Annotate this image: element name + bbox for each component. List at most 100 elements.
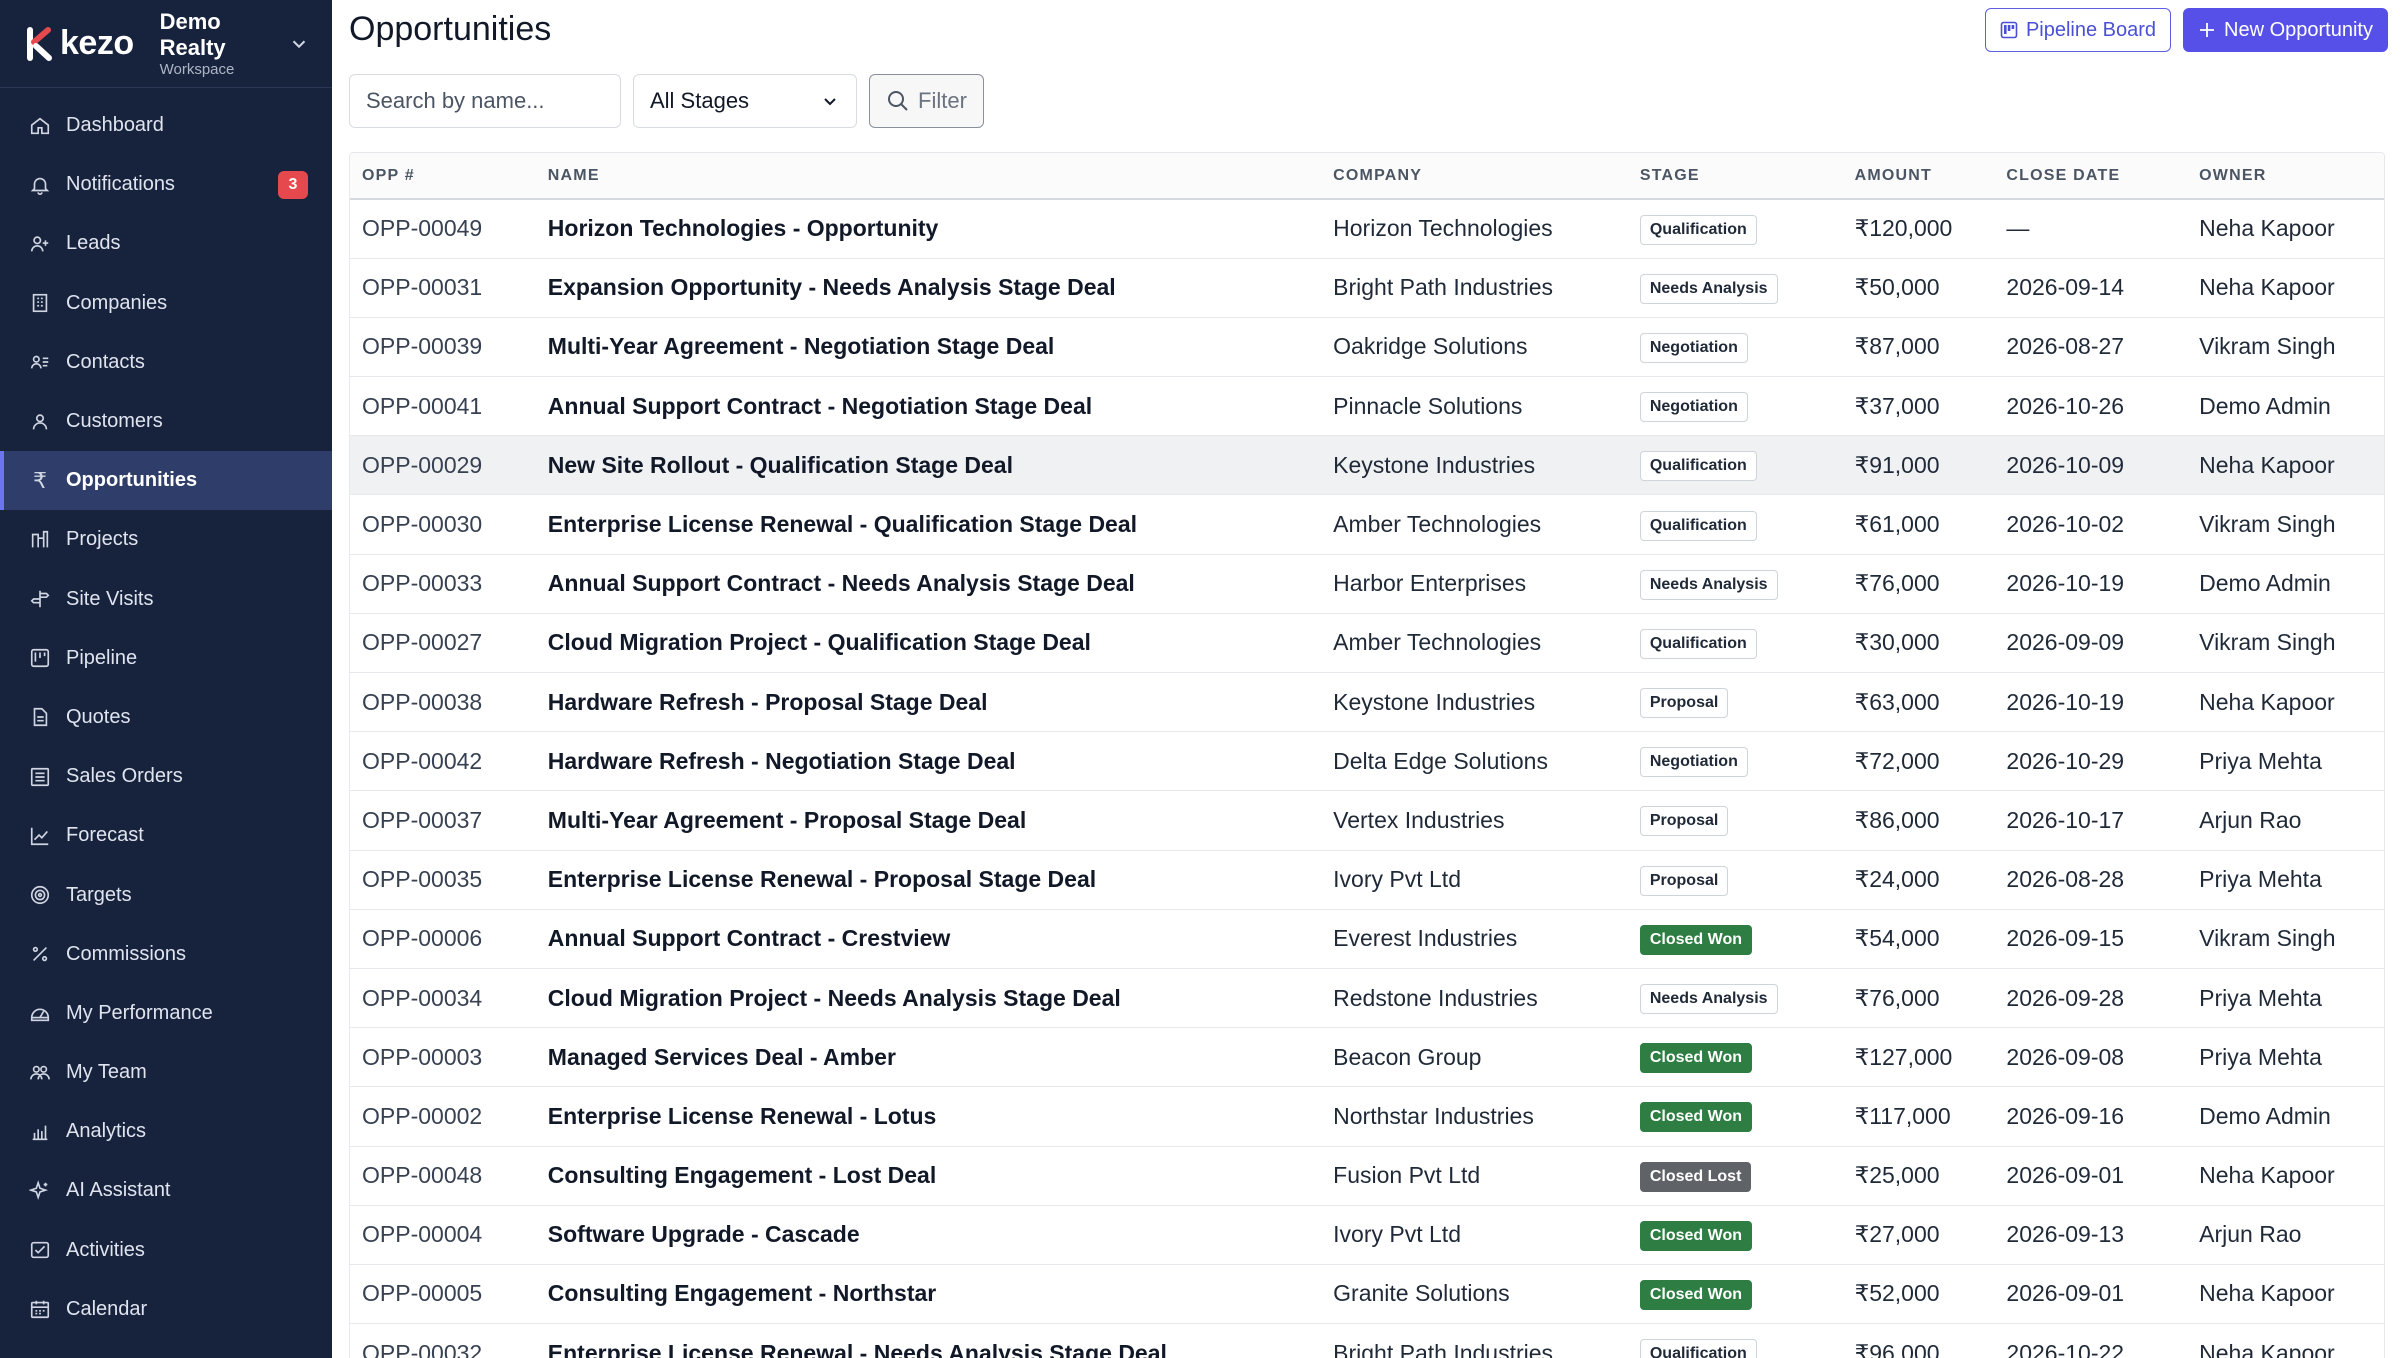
cell-owner: Demo Admin <box>2187 1086 2384 1147</box>
cell-owner: Priya Mehta <box>2187 850 2384 910</box>
sidebar-item-contacts[interactable]: Contacts <box>0 333 332 392</box>
bell-icon <box>28 173 52 197</box>
table-row[interactable]: OPP-00032 Enterprise License Renewal - Ne… <box>350 1323 2384 1358</box>
kanban-icon <box>28 646 52 670</box>
table-row[interactable]: OPP-00049 Horizon Technologies - Opportun… <box>350 199 2384 259</box>
sidebar-item-ai-assistant[interactable]: AI Assistant <box>0 1161 332 1220</box>
sidebar-item-label: Sales Orders <box>66 765 183 788</box>
cell-close: 2026-10-09 <box>1994 435 2188 496</box>
table-row[interactable]: OPP-00029 New Site Rollout - Qualificatio… <box>350 435 2384 496</box>
new-opportunity-label: New Opportunity <box>2224 18 2373 41</box>
calendar-icon <box>28 1297 52 1321</box>
table-row[interactable]: OPP-00037 Multi-Year Agreement - Proposal… <box>350 790 2384 851</box>
stage-select[interactable]: All Stages <box>633 74 857 128</box>
cell-name: Annual Support Contract - Crestview <box>535 909 1322 969</box>
table-row[interactable]: OPP-00030 Enterprise License Renewal - Qu… <box>350 494 2384 555</box>
table-row[interactable]: OPP-00004 Software Upgrade - Cascade Ivory… <box>350 1205 2384 1265</box>
table-row[interactable]: OPP-00039 Multi-Year Agreement - Negotiat… <box>350 317 2384 378</box>
sidebar-item-calendar[interactable]: Calendar <box>0 1280 332 1339</box>
sidebar-item-pipeline[interactable]: Pipeline <box>0 629 332 688</box>
cell-company: Ivory Pvt Ltd <box>1321 850 1628 910</box>
table-row[interactable]: OPP-00034 Cloud Migration Project - Needs… <box>350 968 2384 1029</box>
table-row[interactable]: OPP-00002 Enterprise License Renewal - Lo… <box>350 1086 2384 1147</box>
brand-header[interactable]: kezo Demo Realty Workspace <box>0 0 332 88</box>
sidebar-item-label: Opportunities <box>66 469 198 492</box>
table-row[interactable]: OPP-00033 Annual Support Contract - Needs… <box>350 554 2384 614</box>
stage-cell: Needs Analysis <box>1627 554 1843 614</box>
sidebar-item-analytics[interactable]: Analytics <box>0 1102 332 1161</box>
user-plus-icon <box>28 232 52 256</box>
cell-name: Cloud Migration Project - Qualification … <box>535 613 1322 674</box>
sidebar-item-approvals[interactable]: Approvals <box>0 1339 332 1358</box>
stage-cell: Qualification <box>1627 435 1843 496</box>
cell-owner: Vikram Singh <box>2187 909 2384 969</box>
cell-close: 2026-10-22 <box>1994 1323 2188 1358</box>
filter-button[interactable]: Filter <box>869 74 984 128</box>
sidebar-item-label: Commissions <box>66 942 187 965</box>
sidebar-item-activities[interactable]: Activities <box>0 1221 332 1280</box>
table-row[interactable]: OPP-00006 Annual Support Contract - Crest… <box>350 909 2384 969</box>
table-row[interactable]: OPP-00041 Annual Support Contract - Negot… <box>350 376 2384 437</box>
column-header: OPP # <box>350 153 536 200</box>
customer-icon <box>28 410 52 434</box>
sidebar-item-customers[interactable]: Customers <box>0 392 332 451</box>
sidebar-item-projects[interactable]: Projects <box>0 510 332 569</box>
cell-company: Everest Industries <box>1321 909 1628 969</box>
sidebar-item-notifications[interactable]: Notifications 3 <box>0 155 332 214</box>
pipeline-board-button[interactable]: Pipeline Board <box>1984 8 2172 52</box>
sidebar-item-opportunities[interactable]: ₹ Opportunities <box>0 451 332 511</box>
cell-amount: ₹37,000 <box>1842 376 1995 437</box>
cell-owner: Vikram Singh <box>2187 613 2384 674</box>
bar-chart-icon <box>28 1120 52 1144</box>
sidebar-item-my-team[interactable]: My Team <box>0 1043 332 1102</box>
stage-badge: Qualification <box>1639 214 1757 245</box>
table-row[interactable]: OPP-00035 Enterprise License Renewal - Pr… <box>350 850 2384 910</box>
stage-badge: Needs Analysis <box>1639 273 1778 304</box>
sidebar-item-quotes[interactable]: Quotes <box>0 688 332 747</box>
cell-owner: Priya Mehta <box>2187 1027 2384 1088</box>
table-row[interactable]: OPP-00038 Hardware Refresh - Proposal Sta… <box>350 672 2384 733</box>
sidebar-item-targets[interactable]: Targets <box>0 865 332 924</box>
table-row[interactable]: OPP-00042 Hardware Refresh - Negotiation … <box>350 731 2384 792</box>
cell-opp: OPP-00038 <box>350 672 536 733</box>
stage-badge: Closed Won <box>1639 1102 1752 1133</box>
workspace-switcher[interactable]: Demo Realty Workspace <box>160 9 288 79</box>
cell-amount: ₹25,000 <box>1842 1146 1995 1206</box>
sidebar-item-sales-orders[interactable]: Sales Orders <box>0 747 332 806</box>
cell-name: Multi-Year Agreement - Proposal Stage De… <box>535 790 1322 851</box>
sidebar-item-dashboard[interactable]: Dashboard <box>0 96 332 155</box>
sidebar-item-label: AI Assistant <box>66 1179 171 1202</box>
cell-amount: ₹86,000 <box>1842 790 1995 851</box>
stage-cell: Proposal <box>1627 672 1843 733</box>
cell-opp: OPP-00034 <box>350 968 536 1029</box>
cell-owner: Arjun Rao <box>2187 790 2384 851</box>
sidebar-item-forecast[interactable]: Forecast <box>0 806 332 865</box>
table-row[interactable]: OPP-00048 Consulting Engagement - Lost De… <box>350 1146 2384 1206</box>
table-row[interactable]: OPP-00031 Expansion Opportunity - Needs A… <box>350 258 2384 318</box>
new-opportunity-button[interactable]: New Opportunity <box>2183 8 2388 52</box>
stage-badge: Negotiation <box>1639 747 1748 778</box>
cell-name: Cloud Migration Project - Needs Analysis… <box>535 968 1322 1029</box>
sidebar-item-companies[interactable]: Companies <box>0 274 332 333</box>
sidebar-item-commissions[interactable]: Commissions <box>0 925 332 984</box>
kezo-logo: kezo <box>24 24 134 63</box>
search-input[interactable] <box>349 74 621 128</box>
cell-close: 2026-10-26 <box>1994 376 2188 437</box>
table-row[interactable]: OPP-00003 Managed Services Deal - Amber Be… <box>350 1027 2384 1088</box>
cell-company: Vertex Industries <box>1321 790 1628 851</box>
stage-select-value: All Stages <box>650 88 750 113</box>
cell-close: 2026-09-01 <box>1994 1146 2188 1206</box>
chevron-down-icon[interactable] <box>288 33 310 55</box>
stage-badge: Negotiation <box>1639 392 1748 423</box>
sidebar-item-label: Leads <box>66 232 121 255</box>
cell-name: Enterprise License Renewal - Needs Analy… <box>535 1323 1322 1358</box>
column-header: CLOSE DATE <box>1994 153 2188 200</box>
table-row[interactable]: OPP-00005 Consulting Engagement - Northst… <box>350 1264 2384 1325</box>
table-row[interactable]: OPP-00027 Cloud Migration Project - Quali… <box>350 613 2384 674</box>
sidebar-item-site-visits[interactable]: Site Visits <box>0 570 332 629</box>
sidebar-item-my-performance[interactable]: My Performance <box>0 984 332 1043</box>
cell-company: Amber Technologies <box>1321 613 1628 674</box>
sidebar-item-leads[interactable]: Leads <box>0 214 332 273</box>
document-icon <box>28 705 52 729</box>
cell-company: Bright Path Industries <box>1321 1323 1628 1358</box>
